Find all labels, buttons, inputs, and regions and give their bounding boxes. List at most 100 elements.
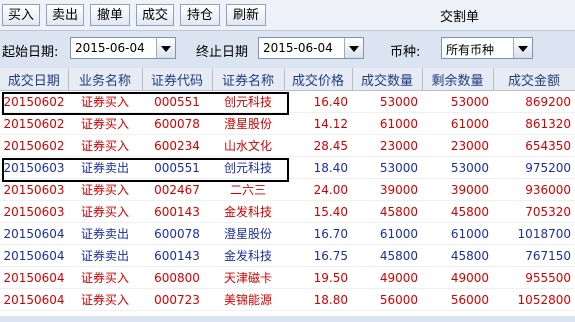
col-header-date[interactable]: 成交日期 — [0, 68, 69, 91]
cell-quantity: 23000 — [352, 134, 422, 157]
cell-amount: 869200 — [493, 90, 575, 113]
cell-name: 创元科技 — [212, 156, 284, 179]
cell-business: 证券买入 — [68, 134, 142, 157]
positions-button[interactable]: 持仓 — [180, 4, 220, 26]
cell-name: 山水文化 — [212, 134, 284, 157]
cell-price: 18.80 — [284, 288, 352, 311]
table-row[interactable]: 20150604 证券卖出 600078 澄星股份 16.70 61000 61000 101… — [0, 222, 575, 245]
cell-date: 20150602 — [0, 112, 68, 135]
cell-name: 美锦能源 — [212, 288, 284, 311]
cell-business: 证券买入 — [68, 112, 142, 135]
cancel-order-button[interactable]: 撤单 — [90, 4, 130, 26]
col-header-amount[interactable]: 成交金额 — [493, 68, 575, 91]
col-header-remaining[interactable]: 剩余数量 — [422, 68, 494, 91]
start-date-select[interactable]: 2015-06-04 — [70, 37, 176, 59]
chevron-down-icon[interactable] — [156, 38, 175, 58]
cell-quantity: 53000 — [352, 90, 422, 113]
cell-business: 证券买入 — [68, 178, 142, 201]
cell-date: 20150604 — [0, 266, 68, 289]
table-row[interactable]: 20150602 证券买入 600078 澄星股份 14.12 61000 61000 861… — [0, 112, 575, 135]
cell-name: 澄星股份 — [212, 112, 284, 135]
cell-name: 金发科技 — [212, 244, 284, 267]
cell-date: 20150603 — [0, 178, 68, 201]
cell-price: 24.00 — [284, 178, 352, 201]
start-date-label: 起始日期: — [2, 45, 59, 60]
cell-price: 18.40 — [284, 156, 352, 179]
cell-business: 证券卖出 — [68, 156, 142, 179]
cell-amount: 705320 — [493, 200, 575, 223]
sell-button[interactable]: 卖出 — [46, 4, 84, 26]
cell-remaining: 53000 — [422, 156, 493, 179]
currency-label: 币种: — [390, 45, 421, 60]
cell-price: 16.75 — [284, 244, 352, 267]
table-row[interactable]: 20150604 证券买入 600800 天津磁卡 19.50 49000 49000 955… — [0, 266, 575, 289]
currency-select[interactable]: 所有币种 — [441, 37, 533, 59]
cell-code: 002467 — [142, 178, 212, 201]
cell-price: 16.40 — [284, 90, 352, 113]
cell-code: 600800 — [142, 266, 212, 289]
cell-quantity: 49000 — [352, 266, 422, 289]
cell-quantity: 53000 — [352, 156, 422, 179]
cell-date: 20150602 — [0, 134, 68, 157]
col-header-code[interactable]: 证券代码 — [142, 68, 213, 91]
toolbar: 买入 卖出 撤单 成交 持仓 刷新 交割单 — [0, 0, 575, 31]
cell-amount: 861320 — [493, 112, 575, 135]
table-row[interactable]: 20150604 证券卖出 600143 金发科技 16.75 45800 45800 767… — [0, 244, 575, 267]
chevron-down-icon[interactable] — [513, 38, 532, 58]
cell-price: 19.50 — [284, 266, 352, 289]
cell-price: 28.45 — [284, 134, 352, 157]
col-header-name[interactable]: 证券名称 — [212, 68, 285, 91]
col-header-price[interactable]: 成交价格 — [284, 68, 353, 91]
cell-business: 证券买入 — [68, 200, 142, 223]
cell-remaining: 39000 — [422, 178, 493, 201]
cell-remaining: 45800 — [422, 200, 493, 223]
table-row[interactable]: 20150603 证券买入 002467 二六三 24.00 39000 39000 9360… — [0, 178, 575, 201]
cell-business: 证券买入 — [68, 90, 142, 113]
end-date-label: 终止日期 — [196, 45, 249, 60]
cell-remaining: 53000 — [422, 90, 493, 113]
cell-remaining: 49000 — [422, 266, 493, 289]
chevron-down-icon[interactable] — [344, 38, 363, 58]
cell-remaining: 45800 — [422, 244, 493, 267]
cell-amount: 1052800 — [493, 288, 575, 311]
cell-amount: 936000 — [493, 178, 575, 201]
cell-quantity: 61000 — [352, 222, 422, 245]
refresh-button[interactable]: 刷新 — [226, 4, 266, 26]
cell-price: 14.12 — [284, 112, 352, 135]
table-row[interactable]: 20150602 证券买入 000551 创元科技 16.40 53000 53000 869… — [0, 90, 575, 113]
buy-button[interactable]: 买入 — [2, 4, 40, 26]
end-date-select[interactable]: 2015-06-04 — [258, 37, 364, 59]
table-row[interactable]: 20150604 证券买入 000723 美锦能源 18.80 56000 56000 105… — [0, 288, 575, 311]
filter-bar: 起始日期: 2015-06-04 终止日期 2015-06-04 币种: 所有币… — [0, 31, 575, 67]
cell-date: 20150604 — [0, 222, 68, 245]
table-row[interactable]: 20150603 证券卖出 000551 创元科技 18.40 53000 53000 975… — [0, 156, 575, 179]
window-title: 交割单 — [440, 10, 480, 25]
cell-quantity: 56000 — [352, 288, 422, 311]
col-header-business[interactable]: 业务名称 — [68, 68, 143, 91]
cell-amount: 767150 — [493, 244, 575, 267]
cell-name: 金发科技 — [212, 200, 284, 223]
cell-code: 600143 — [142, 200, 212, 223]
cell-code: 600234 — [142, 134, 212, 157]
cell-code: 000551 — [142, 90, 212, 113]
cell-remaining: 23000 — [422, 134, 493, 157]
cell-business: 证券卖出 — [68, 222, 142, 245]
table-row[interactable]: 20150603 证券买入 600143 金发科技 15.40 45800 45800 705… — [0, 200, 575, 223]
cell-code: 000551 — [142, 156, 212, 179]
table-row[interactable]: 20150602 证券买入 600234 山水文化 28.45 23000 23000 654… — [0, 134, 575, 157]
cell-price: 15.40 — [284, 200, 352, 223]
cell-remaining: 61000 — [422, 222, 493, 245]
cell-business: 证券买入 — [68, 288, 142, 311]
deals-button[interactable]: 成交 — [136, 4, 174, 26]
cell-date: 20150603 — [0, 156, 68, 179]
table-header: 成交日期 业务名称 证券代码 证券名称 成交价格 成交数量 剩余数量 成交金额 — [0, 68, 575, 91]
start-date-value: 2015-06-04 — [75, 41, 145, 55]
col-header-quantity[interactable]: 成交数量 — [352, 68, 423, 91]
cell-amount: 975200 — [493, 156, 575, 179]
cell-quantity: 39000 — [352, 178, 422, 201]
cell-remaining: 61000 — [422, 112, 493, 135]
cell-date: 20150603 — [0, 200, 68, 223]
settlement-table: 成交日期 业务名称 证券代码 证券名称 成交价格 成交数量 剩余数量 成交金额 … — [0, 68, 575, 316]
cell-quantity: 45800 — [352, 244, 422, 267]
cell-code: 600143 — [142, 244, 212, 267]
